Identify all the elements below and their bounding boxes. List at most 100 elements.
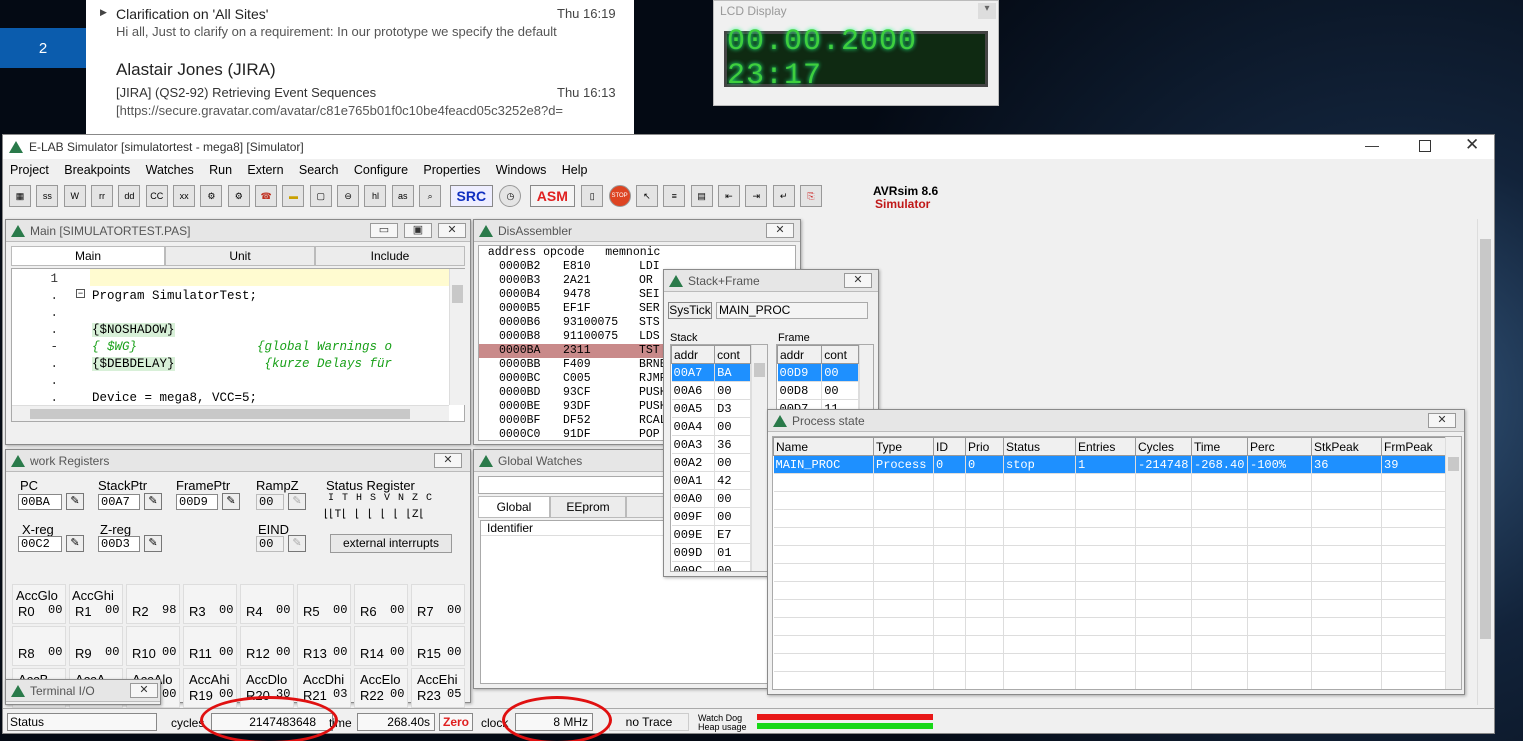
mdi-scrollbar[interactable] <box>1477 219 1493 705</box>
pencil-icon[interactable]: ✎ <box>144 535 162 552</box>
column-header[interactable]: ID <box>933 437 966 456</box>
table-row[interactable]: 00A7 BA <box>671 363 751 382</box>
menu-help[interactable]: Help <box>562 163 588 177</box>
toolbar-button[interactable]: ↵ <box>772 185 795 207</box>
table-row[interactable]: 00A1 42 <box>671 471 751 490</box>
toolbar-button[interactable]: ⇥ <box>745 185 768 207</box>
register-value[interactable]: 00 <box>388 645 408 661</box>
code-line[interactable]: {$NOSHADOW} <box>92 322 400 339</box>
xreg-value[interactable]: 00C2 <box>18 536 62 552</box>
register-value[interactable]: 03 <box>331 687 351 703</box>
column-header[interactable]: FrmPeak <box>1381 437 1446 456</box>
toolbar-button[interactable]: CC <box>145 185 168 207</box>
menu-configure[interactable]: Configure <box>354 163 408 177</box>
code-line[interactable]: Program SimulatorTest; <box>92 288 400 305</box>
editor-hscroll[interactable] <box>12 405 449 421</box>
menu-watches[interactable]: Watches <box>146 163 194 177</box>
register-value[interactable]: 00 <box>103 603 123 619</box>
column-header[interactable]: Status <box>1003 437 1076 456</box>
pc-value[interactable]: 00BA <box>18 494 62 510</box>
column-header[interactable]: Entries <box>1075 437 1136 456</box>
register-value[interactable]: 00 <box>160 687 180 703</box>
col-addr[interactable]: addr <box>671 345 716 364</box>
toolbar-button[interactable]: ▬ <box>282 185 305 207</box>
column-header[interactable]: Time <box>1191 437 1248 456</box>
mail-subject[interactable]: Clarification on 'All Sites' <box>116 6 268 22</box>
toolbar-button[interactable]: ⇤ <box>717 185 740 207</box>
phone-icon[interactable]: ☎ <box>255 185 278 207</box>
close-icon[interactable]: ✕ <box>1428 413 1456 428</box>
register-value[interactable]: 00 <box>217 645 237 661</box>
table-row[interactable]: 00D8 00 <box>777 381 859 400</box>
frame-table[interactable]: addr cont 00D9 00 00D8 00 00D7 11 <box>776 344 874 414</box>
toolbar-button[interactable]: ⚙ <box>200 185 223 207</box>
stack-table[interactable]: addr cont 00A7 BA 00A6 00 00A5 D3 00A4 00 00A3 36 00… <box>670 344 768 572</box>
toolbar-button[interactable]: ⎘ <box>799 185 822 207</box>
toolbar-button[interactable]: ↖ <box>635 185 658 207</box>
close-icon[interactable]: ✕ <box>434 453 462 468</box>
toolbar-button[interactable]: ≡ <box>663 185 686 207</box>
table-row[interactable]: 00A5 D3 <box>671 399 751 418</box>
column-header[interactable]: Type <box>873 437 934 456</box>
table-row[interactable]: 00A4 00 <box>671 417 751 436</box>
register-value[interactable]: 98 <box>160 603 180 619</box>
column-header[interactable]: Cycles <box>1135 437 1192 456</box>
zero-button[interactable]: Zero <box>439 713 473 731</box>
close-icon[interactable]: ✕ <box>1465 135 1479 155</box>
fp-value[interactable]: 00D9 <box>176 494 218 510</box>
register-value[interactable]: 05 <box>445 687 465 703</box>
register-value[interactable]: 00 <box>46 645 66 661</box>
register-value[interactable]: 00 <box>331 645 351 661</box>
editor-vscroll[interactable] <box>449 269 465 405</box>
close-icon[interactable]: ✕ <box>438 223 466 238</box>
minimize-icon[interactable]: — <box>1365 137 1379 153</box>
toolbar-button[interactable]: hl <box>364 185 387 207</box>
menu-breakpoints[interactable]: Breakpoints <box>64 163 130 177</box>
col-addr[interactable]: addr <box>777 345 823 364</box>
toolbar-button[interactable]: ⚙ <box>227 185 250 207</box>
column-header[interactable]: Name <box>773 437 874 456</box>
close-icon[interactable]: ✕ <box>844 273 872 288</box>
table-row[interactable]: 00D9 00 <box>777 363 859 382</box>
table-row[interactable]: 00A6 00 <box>671 381 751 400</box>
tab-global[interactable]: Global <box>478 496 550 518</box>
table-row[interactable]: 00A2 00 <box>671 453 751 472</box>
minimize-icon[interactable]: ▭ <box>370 223 398 238</box>
process-table[interactable]: Name Type ID Prio Status Entries Cycles Time Per… <box>772 436 1462 690</box>
pencil-icon[interactable]: ✎ <box>144 493 162 510</box>
sp-value[interactable]: 00A7 <box>98 494 140 510</box>
src-button[interactable]: SRC <box>449 185 494 207</box>
toolbar-button[interactable]: xx <box>173 185 196 207</box>
register-value[interactable]: 00 <box>388 603 408 619</box>
register-value[interactable]: 00 <box>160 645 180 661</box>
menu-windows[interactable]: Windows <box>496 163 547 177</box>
menu-extern[interactable]: Extern <box>247 163 283 177</box>
toolbar-button[interactable]: ▤ <box>690 185 713 207</box>
table-row[interactable]: 00A3 36 <box>671 435 751 454</box>
pencil-icon[interactable]: ✎ <box>66 493 84 510</box>
col-cont[interactable]: cont <box>821 345 859 364</box>
toolbar-button[interactable]: as <box>391 185 414 207</box>
code-line[interactable] <box>92 271 400 288</box>
toolbar-button[interactable]: dd <box>118 185 141 207</box>
code-editor[interactable]: 1...-.... − Program SimulatorTest;{$NOSH… <box>11 268 465 422</box>
table-row[interactable]: 009D 01 <box>671 543 751 562</box>
tab-include[interactable]: Include <box>315 246 465 266</box>
lcd-menu-icon[interactable]: ▾ <box>978 3 996 19</box>
close-icon[interactable]: ✕ <box>130 683 158 698</box>
mail-sender[interactable]: Alastair Jones (JIRA) <box>116 60 276 80</box>
code-line[interactable]: { $WG} {global Warnings o <box>92 339 400 356</box>
mail-subject[interactable]: [JIRA] (QS2-92) Retrieving Event Sequenc… <box>116 85 376 100</box>
pencil-icon[interactable]: ✎ <box>222 493 240 510</box>
toolbar-button[interactable]: ▢ <box>309 185 332 207</box>
restore-icon[interactable]: ▣ <box>404 223 432 238</box>
register-value[interactable]: 00 <box>274 603 294 619</box>
table-row[interactable]: MAIN_PROC Process 0 0 stop 1 -214748 -268.40 -10… <box>773 455 1446 474</box>
register-value[interactable]: 00 <box>388 687 408 703</box>
toolbar-button[interactable]: rr <box>91 185 114 207</box>
clock-icon[interactable]: ◷ <box>499 185 522 207</box>
register-value[interactable]: 00 <box>217 603 237 619</box>
menu-run[interactable]: Run <box>209 163 232 177</box>
col-cont[interactable]: cont <box>714 345 751 364</box>
column-header[interactable]: Prio <box>965 437 1004 456</box>
